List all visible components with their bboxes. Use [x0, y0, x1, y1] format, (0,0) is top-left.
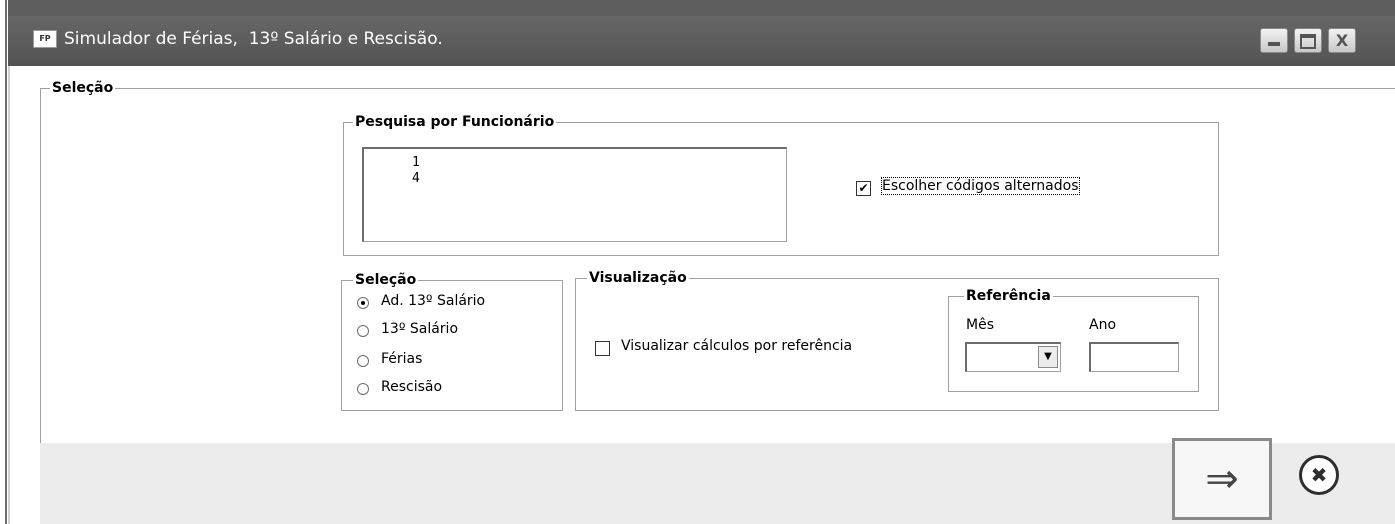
radio-ferias[interactable] — [357, 355, 369, 367]
arrow-right-icon: ⇒ — [1205, 456, 1239, 502]
minimize-icon — [1268, 42, 1280, 46]
screen: FP Simulador de Férias, 13º Salário e Re… — [0, 0, 1395, 524]
close-icon: X — [1335, 31, 1349, 50]
by-reference-label[interactable]: Visualizar cálculos por referência — [621, 338, 852, 354]
radio-selected-dot — [361, 301, 365, 305]
radio-13-salario[interactable] — [357, 325, 369, 337]
radio-label-13-salario[interactable]: 13º Salário — [381, 321, 458, 337]
calc-type-legend: Seleção — [353, 272, 419, 288]
maximize-button[interactable] — [1294, 28, 1322, 53]
close-window-button[interactable]: X — [1328, 28, 1356, 53]
radio-label-ferias[interactable]: Férias — [381, 351, 422, 367]
year-input[interactable] — [1089, 342, 1179, 372]
window-title: Simulador de Férias, 13º Salário e Resci… — [64, 29, 443, 49]
background-window-border — [5, 0, 7, 524]
next-button[interactable]: ⇒ — [1172, 438, 1272, 520]
view-legend: Visualização — [587, 270, 689, 286]
month-label: Mês — [966, 317, 994, 333]
year-label: Ano — [1089, 317, 1117, 333]
alt-codes-checkbox[interactable]: ✔ — [856, 181, 871, 196]
radio-ad-13-salario[interactable] — [357, 297, 369, 309]
by-reference-checkbox[interactable] — [595, 341, 610, 356]
list-item[interactable]: 1 — [412, 155, 420, 170]
list-item[interactable]: 4 — [412, 171, 420, 186]
radio-rescisao[interactable] — [357, 383, 369, 395]
chevron-down-icon[interactable]: ▼ — [1038, 346, 1058, 368]
radio-label-ad-13-salario[interactable]: Ad. 13º Salário — [381, 293, 485, 309]
radio-label-rescisao[interactable]: Rescisão — [381, 379, 442, 395]
employee-list[interactable]: 1 4 — [362, 147, 787, 242]
reference-legend: Referência — [964, 288, 1053, 304]
selection-legend: Seleção — [50, 80, 116, 96]
cancel-button[interactable]: ✖ — [1299, 455, 1339, 495]
alt-codes-label[interactable]: Escolher códigos alternados — [881, 177, 1080, 195]
close-circle-icon: ✖ — [1310, 463, 1328, 487]
title-bar[interactable]: FP Simulador de Férias, 13º Salário e Re… — [8, 16, 1395, 66]
month-select[interactable]: ▼ — [965, 342, 1061, 372]
app-icon: FP — [33, 30, 57, 48]
minimize-button[interactable] — [1260, 28, 1288, 53]
maximize-icon — [1300, 34, 1316, 49]
employee-search-legend: Pesquisa por Funcionário — [353, 114, 557, 130]
